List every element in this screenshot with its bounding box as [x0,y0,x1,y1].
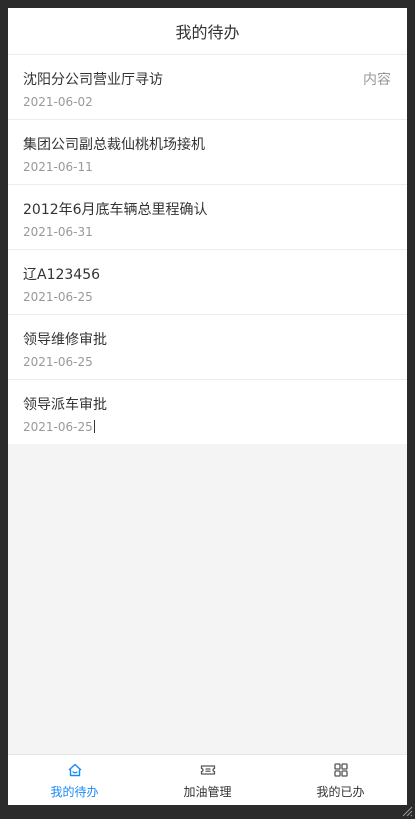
page-title: 我的待办 [175,23,240,42]
ticket-icon [200,764,215,775]
todo-item-title: 2012年6月底车辆总里程确认 [23,202,208,218]
todo-item[interactable]: 2012年6月底车辆总里程确认 2021-06-31 [8,185,407,250]
todo-item[interactable]: 领导维修审批 2021-06-25 [8,315,407,380]
tab-fuel-management[interactable]: 加油管理 [141,755,274,805]
todo-item[interactable]: 集团公司副总裁仙桃机场接机 2021-06-11 [8,120,407,185]
todo-item-date: 2021-06-11 [23,160,93,174]
todo-item[interactable]: 沈阳分公司营业厅寻访 2021-06-02 内容 [8,55,407,120]
todo-item-title: 集团公司副总裁仙桃机场接机 [23,137,205,153]
todo-item-date: 2021-06-25 [23,290,93,304]
nav-bar: 我的待办 [8,8,407,55]
tab-label: 我的已办 [316,784,365,799]
todo-item-title: 辽A123456 [23,267,101,283]
todo-item-title: 沈阳分公司营业厅寻访 [23,72,163,88]
todo-item-content-link[interactable]: 内容 [363,69,391,89]
tab-my-done[interactable]: 我的已办 [274,755,407,805]
tab-label: 加油管理 [183,784,232,799]
tab-my-todo[interactable]: 我的待办 [8,755,141,805]
apps-grid-icon [333,762,348,777]
todo-item-date: 2021-06-02 [23,95,93,109]
resize-grip-icon[interactable] [401,805,413,817]
todo-item[interactable]: 辽A123456 2021-06-25 [8,250,407,315]
todo-item[interactable]: 领导派车审批 2021-06-25 [8,380,407,444]
app-screen: 我的待办 沈阳分公司营业厅寻访 2021-06-02 内容 集团公司副总裁仙桃机… [8,8,407,805]
todo-item-date: 2021-06-25 [23,420,95,434]
text-cursor [93,420,95,433]
todo-item-date: 2021-06-31 [23,225,93,239]
todo-item-title: 领导派车审批 [23,397,107,413]
todo-item-title: 领导维修审批 [23,332,107,348]
home-icon [68,763,81,776]
todo-item-date-text: 2021-06-25 [23,420,93,434]
todo-item-date: 2021-06-25 [23,355,93,369]
todo-list: 沈阳分公司营业厅寻访 2021-06-02 内容 集团公司副总裁仙桃机场接机 2… [8,55,407,444]
bottom-tab-bar: 我的待办 加油管理 我的已办 [8,754,407,805]
tab-label: 我的待办 [50,784,99,799]
